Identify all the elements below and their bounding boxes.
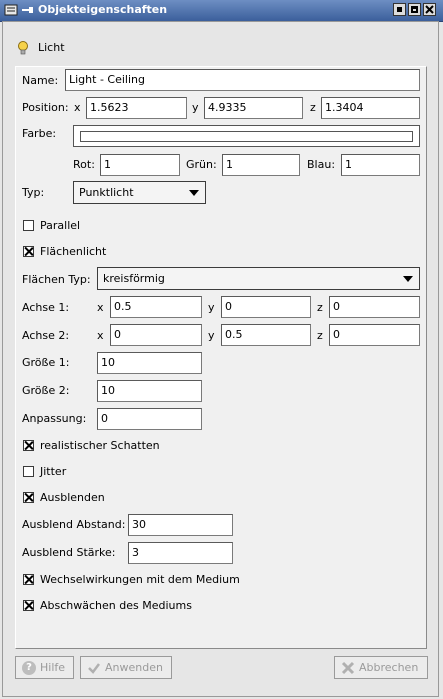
- achse1-x-label: x: [97, 301, 104, 314]
- groesse2-input[interactable]: 10: [97, 380, 202, 402]
- window-title: Objekteigenschaften: [38, 3, 168, 16]
- parallel-checkbox[interactable]: [23, 220, 34, 231]
- color-preview: [80, 131, 413, 142]
- hilfe-label: Hilfe: [40, 661, 66, 674]
- achse2-y-label: y: [208, 329, 215, 342]
- maximize-button[interactable]: [408, 3, 421, 16]
- help-icon: ?: [22, 660, 36, 675]
- anwenden-label: Anwenden: [105, 661, 163, 674]
- abschwaechen-label: Abschwächen des Mediums: [40, 599, 192, 612]
- achse2-y-input[interactable]: 0.5: [221, 324, 311, 346]
- wechselwirkungen-checkbox[interactable]: [23, 574, 34, 585]
- maximize-icon: [411, 6, 418, 13]
- wechselwirkungen-label: Wechselwirkungen mit dem Medium: [40, 573, 240, 586]
- realistischer-schatten-checkbox[interactable]: [23, 440, 34, 451]
- lightbulb-icon: [17, 40, 29, 56]
- flaechen-typ-value: kreisförmig: [103, 272, 165, 285]
- achse1-z-input[interactable]: 0: [329, 296, 420, 318]
- ausblend-staerke-input[interactable]: 3: [128, 542, 233, 564]
- chevron-down-icon: [403, 276, 413, 282]
- achse1-y-input[interactable]: 0: [221, 296, 311, 318]
- position-x-label: x: [74, 101, 81, 114]
- position-label: Position:: [22, 101, 69, 114]
- anpassung-label: Anpassung:: [22, 412, 87, 425]
- ausblend-abstand-input[interactable]: 30: [128, 514, 233, 536]
- flaechenlicht-checkbox[interactable]: [23, 246, 34, 257]
- chevron-down-icon: [189, 190, 199, 196]
- ausblend-abstand-label: Ausblend Abstand:: [22, 518, 126, 531]
- hilfe-button[interactable]: ? Hilfe: [15, 656, 74, 679]
- groesse1-input[interactable]: 10: [97, 352, 202, 374]
- groesse1-label: Größe 1:: [22, 356, 70, 369]
- close-icon: [425, 5, 434, 14]
- achse2-x-input[interactable]: 0: [110, 324, 202, 346]
- farbe-label: Farbe:: [22, 127, 57, 140]
- gruen-input[interactable]: 1: [222, 154, 300, 176]
- typ-value: Punktlicht: [79, 186, 134, 199]
- anpassung-input[interactable]: 0: [97, 408, 202, 430]
- name-input[interactable]: Light - Ceiling: [65, 69, 420, 91]
- jitter-label: Jitter: [40, 465, 67, 478]
- object-type-label: Licht: [38, 41, 65, 54]
- parallel-label: Parallel: [40, 219, 81, 232]
- window-menu-icon[interactable]: [4, 3, 18, 17]
- title-bar[interactable]: Objekteigenschaften: [0, 0, 443, 22]
- ausblenden-checkbox[interactable]: [23, 492, 34, 503]
- abschwaechen-checkbox[interactable]: [23, 600, 34, 611]
- checkmark-icon: [87, 661, 101, 675]
- window-pin-icon[interactable]: [21, 4, 35, 16]
- achse1-z-label: z: [317, 301, 323, 314]
- ausblend-staerke-label: Ausblend Stärke:: [22, 546, 116, 559]
- achse1-y-label: y: [208, 301, 215, 314]
- position-y-input[interactable]: 4.9335: [204, 97, 303, 119]
- position-y-label: y: [192, 101, 199, 114]
- realistischer-schatten-label: realistischer Schatten: [40, 439, 160, 452]
- cancel-icon: [341, 661, 355, 675]
- flaechen-typ-dropdown[interactable]: kreisförmig: [97, 267, 420, 290]
- gruen-label: Grün:: [186, 158, 217, 171]
- close-button[interactable]: [423, 3, 436, 16]
- anwenden-button[interactable]: Anwenden: [80, 656, 172, 679]
- position-z-label: z: [310, 101, 316, 114]
- achse2-label: Achse 2:: [22, 329, 70, 342]
- minimize-icon: [397, 7, 402, 12]
- abbrechen-label: Abbrechen: [359, 661, 419, 674]
- groesse2-label: Größe 2:: [22, 384, 70, 397]
- minimize-button[interactable]: [393, 3, 406, 16]
- typ-label: Typ:: [22, 186, 45, 199]
- flaechen-typ-label: Flächen Typ:: [22, 273, 91, 286]
- achse1-label: Achse 1:: [22, 301, 70, 314]
- flaechenlicht-label: Flächenlicht: [40, 245, 107, 258]
- achse1-x-input[interactable]: 0.5: [110, 296, 202, 318]
- blau-input[interactable]: 1: [341, 154, 420, 176]
- ausblenden-label: Ausblenden: [40, 491, 105, 504]
- color-swatch-button[interactable]: [73, 125, 420, 147]
- typ-dropdown[interactable]: Punktlicht: [73, 181, 206, 204]
- rot-label: Rot:: [73, 158, 95, 171]
- name-label: Name:: [22, 74, 59, 87]
- abbrechen-button[interactable]: Abbrechen: [334, 656, 428, 679]
- achse2-z-label: z: [317, 329, 323, 342]
- achse2-x-label: x: [97, 329, 104, 342]
- position-z-input[interactable]: 1.3404: [321, 97, 420, 119]
- blau-label: Blau:: [307, 158, 336, 171]
- rot-input[interactable]: 1: [100, 154, 180, 176]
- position-x-input[interactable]: 1.5623: [86, 97, 187, 119]
- jitter-checkbox[interactable]: [23, 466, 34, 477]
- achse2-z-input[interactable]: 0: [329, 324, 420, 346]
